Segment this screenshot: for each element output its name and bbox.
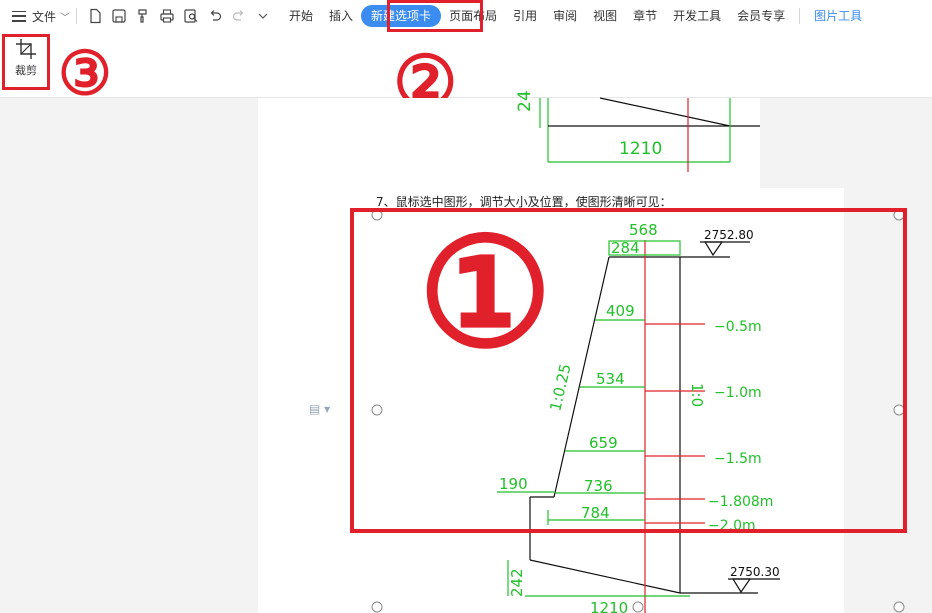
upper-dim-bottom: 1210 xyxy=(619,139,662,159)
elevation-bottom-label: 2750.30 xyxy=(730,565,780,579)
upper-drawing xyxy=(539,97,760,172)
marker-one: ① xyxy=(418,205,553,381)
upper-dim-side: 24 xyxy=(515,90,535,112)
resize-handle[interactable] xyxy=(632,601,644,613)
base-height-label: 242 xyxy=(508,568,526,597)
resize-handle[interactable] xyxy=(893,601,905,613)
resize-handle[interactable] xyxy=(371,601,383,613)
bottom-width-label: 1210 xyxy=(590,599,628,613)
